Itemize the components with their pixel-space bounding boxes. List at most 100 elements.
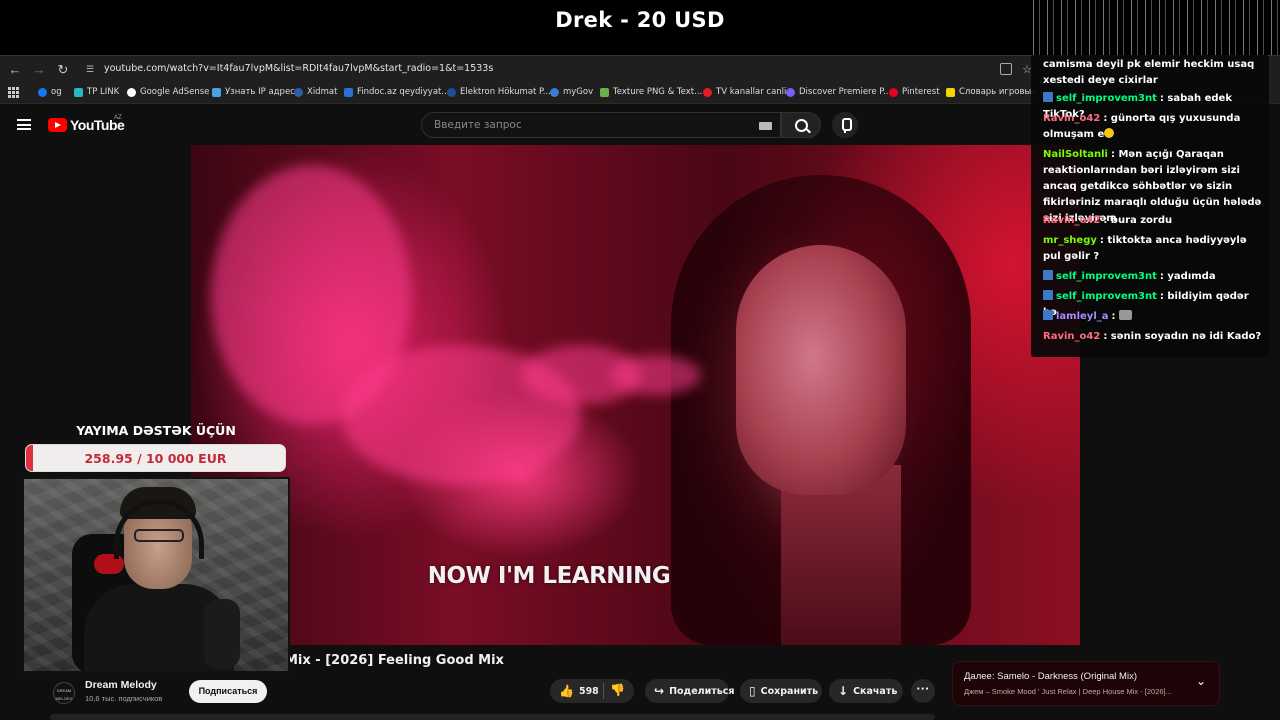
channel-name[interactable]: Dream Melody [85,679,157,691]
stream-frame: Drek - 20 USD ← → ↻ ☰ youtube.com/watch?… [0,0,1280,720]
youtube-logo[interactable]: YouTube [48,117,125,133]
up-next-panel[interactable]: Далее: Samelo - Darkness (Original Mix) … [952,661,1220,706]
search-button[interactable] [781,112,821,138]
chat-username[interactable]: self_improvem3nt [1056,271,1157,282]
pinterest-icon [889,87,898,97]
slovar-icon [946,87,955,97]
chat-text: yadımda [1167,271,1216,282]
chat-badge-icon [1043,92,1053,102]
voice-search-button[interactable] [832,112,858,138]
chat-message: camisma deyil pk elemir heckim usaq xest… [1043,57,1263,89]
chat-text: sənin soyadın nə idi Kado? [1110,331,1262,342]
thumbs-down-icon[interactable]: 👎 [610,683,625,697]
thumbs-up-icon: 👍 [559,684,574,698]
crying-emoji-icon [1104,128,1115,138]
video-player[interactable]: NOW I'M LEARNING [191,145,1080,645]
share-icon: ↪ [654,684,665,698]
glasses [134,529,184,542]
chat-username[interactable]: Ravin_o42 [1043,113,1100,124]
chat-message: Ravin_o42: sənin soyadın nə idi Kado? [1043,329,1263,345]
chat-badge-icon [1043,270,1053,280]
donation-amount: 258.95 / 10 000 EUR [84,451,227,466]
chat-text: bura zordu [1110,215,1173,226]
channel-avatar[interactable]: DREAM MELODY [53,682,75,704]
keyboard-icon[interactable] [759,122,772,130]
chat-message: self_improvem3nt: yadımda [1043,269,1263,285]
bookmark-tv[interactable]: TV kanallar canli [703,87,786,97]
donation-title: YAYIMA DƏSTƏK ÜÇÜN [76,423,236,438]
chat-message: mr_shegy: tiktokta anca hədiyyəylə pul g… [1043,233,1263,265]
chat-overlay: camisma deyil pk elemir heckim usaq xest… [1031,55,1269,357]
chevron-down-icon[interactable]: ⌄ [1196,674,1206,688]
up-next-title: Далее: Samelo - Darkness (Original Mix) [964,671,1137,682]
download-button[interactable]: ↓ Скачать [829,679,903,703]
chat-separator: : [1103,113,1111,124]
chat-username[interactable]: lamleyl_a [1056,311,1109,322]
chat-separator: : [1111,311,1119,322]
description-box-edge [50,714,935,720]
save-button[interactable]: ▯ Сохранить [740,679,822,703]
chat-badge-icon [1043,310,1053,320]
region-code: AZ [114,115,122,121]
install-app-icon[interactable] [1000,63,1012,75]
chat-message: Ravin_o42: günorta qış yuxusunda olmuşam… [1043,111,1263,143]
chat-username[interactable]: self_improvem3nt [1056,93,1157,104]
bookmark-pinterest[interactable]: Pinterest [889,87,940,97]
ip-icon [212,87,221,97]
like-divider [603,683,604,699]
subscribe-button[interactable]: Подписаться [189,680,267,703]
findoc-icon [344,87,353,97]
bookmark-tp-link[interactable]: TP LINK [74,87,119,97]
bookmark-icon: ▯ [749,684,756,698]
stream-title: Drek - 20 USD [555,8,725,32]
share-button[interactable]: ↪ Поделиться [645,679,735,703]
emote-icon [1118,310,1132,320]
bookmark-premiere[interactable]: Discover Premiere P... [786,87,891,97]
bookmark-mygov[interactable]: myGov [550,87,593,97]
site-info-icon[interactable]: ☰ [86,64,96,74]
back-icon[interactable]: ← [6,61,24,79]
texture-icon [600,87,609,97]
bookmark-xidmat[interactable]: Xidmat [294,87,337,97]
donation-progress-bar: 258.95 / 10 000 EUR [25,444,286,472]
bookmark-adsense[interactable]: Google AdSense [127,87,209,97]
chat-username[interactable]: NailSoltanli [1043,149,1108,160]
streamer-webcam [22,477,290,673]
bookmark-egov[interactable]: Elektron Hökumət P... [447,87,551,97]
chat-username[interactable]: Ravin_o42 [1043,215,1100,226]
subscriber-count: 10,6 тыс. подписчиков [85,694,163,703]
chat-username[interactable]: self_improvem3nt [1056,291,1157,302]
microphone [204,599,240,669]
chat-username[interactable]: Ravin_o42 [1043,331,1100,342]
chat-message: lamleyl_a: [1043,309,1263,325]
apps-grid-icon[interactable] [8,87,19,98]
egov-icon [447,87,456,97]
bookmark-ip[interactable]: Узнать IP адрес [212,87,295,97]
chat-text: camisma deyil pk elemir heckim usaq xest… [1043,59,1255,86]
facebook-icon [38,87,47,97]
chat-message: Ravin_o42: bura zordu [1043,213,1263,229]
address-bar[interactable]: youtube.com/watch?v=It4fau7lvpM&list=RDI… [104,63,493,74]
smoke-cloud [611,355,701,395]
chat-separator: : [1103,331,1111,342]
forward-icon[interactable]: → [30,61,48,79]
premiere-icon [786,87,795,97]
tplink-icon [74,87,83,97]
bookmark-findoc[interactable]: Findoc.az qeydiyyat... [344,87,449,97]
tv-icon [703,87,712,97]
chat-username[interactable]: mr_shegy [1043,235,1097,246]
search-input[interactable]: Введите запрос [421,112,781,138]
bookmark-texture[interactable]: Texture PNG & Text... [600,87,702,97]
google-icon [127,87,136,97]
lyric-caption: NOW I'M LEARNING [427,563,671,589]
video-title: Mix - [2026] Feeling Good Mix [285,653,504,668]
mygov-icon [550,87,559,97]
menu-icon[interactable] [17,119,31,130]
download-icon: ↓ [838,684,849,698]
xidmat-icon [294,87,303,97]
chat-badge-icon [1043,290,1053,300]
bookmark-og[interactable]: og [38,87,62,97]
more-actions-button[interactable]: ··· [911,679,935,703]
reload-icon[interactable]: ↻ [54,61,72,79]
up-next-subtitle: Джем – Smoke Mood ' Just Relax | Deep Ho… [964,687,1172,696]
